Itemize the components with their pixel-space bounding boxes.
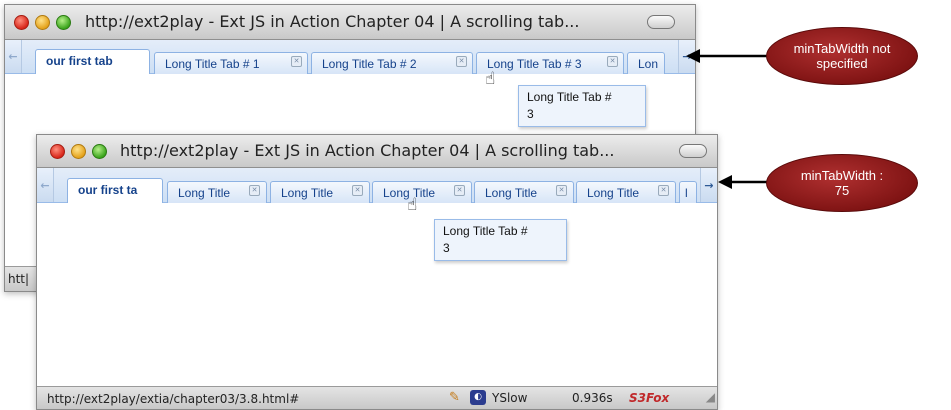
tab-label: Long Title: [485, 186, 538, 200]
tooltip-line-1: Long Title Tab #: [527, 90, 612, 104]
hand-cursor-icon: ☝: [407, 195, 418, 215]
annotation-line-2: 75: [834, 183, 850, 198]
arrow-right-icon: →: [682, 50, 692, 63]
close-window-button[interactable]: [50, 144, 65, 159]
tooltip-line-2: 3: [527, 107, 534, 121]
tab-tooltip: Long Title Tab # 3: [434, 219, 567, 261]
arrow-right-icon: →: [704, 178, 714, 192]
title-bar: http://ext2play - Ext JS in Action Chapt…: [5, 5, 695, 40]
window-title: http://ext2play - Ext JS in Action Chapt…: [85, 12, 580, 31]
tab-label: our first ta: [78, 183, 138, 197]
tab-our-first-tab[interactable]: our first ta: [67, 178, 163, 203]
toolbar-toggle-button[interactable]: [647, 15, 675, 29]
close-tab-icon[interactable]: ✕: [454, 185, 465, 196]
annotation-min-tab-width-unspecified: minTabWidth not specified: [766, 27, 918, 85]
hand-cursor-icon: ☝: [485, 69, 496, 89]
scroll-right-button[interactable]: →: [700, 168, 717, 202]
close-window-button[interactable]: [14, 15, 29, 30]
window-title: http://ext2play - Ext JS in Action Chapt…: [120, 141, 615, 160]
close-tab-icon[interactable]: ✕: [607, 56, 618, 67]
tab-long-title-4[interactable]: Long Title ✕: [474, 181, 574, 203]
close-tab-icon[interactable]: ✕: [352, 185, 363, 196]
minimize-window-button[interactable]: [71, 144, 86, 159]
tab-label: l: [685, 186, 688, 200]
tab-label: Long Title Tab # 2: [322, 57, 417, 71]
tab-strip: ← our first ta Long Title ✕ Long Title ✕ L…: [37, 168, 717, 203]
tab-label: Lon: [638, 57, 659, 71]
yslow-icon[interactable]: ◐: [470, 390, 486, 405]
tab-label: Long Title Tab # 3: [487, 57, 582, 71]
annotation-min-tab-width-75: minTabWidth : 75: [766, 154, 918, 212]
annotation-line-1: minTabWidth not: [793, 41, 891, 56]
s3fox-label[interactable]: S3Fox: [629, 391, 669, 405]
close-tab-icon[interactable]: ✕: [556, 185, 567, 196]
close-tab-icon[interactable]: ✕: [658, 185, 669, 196]
tab-label: Long Title: [587, 186, 640, 200]
status-url: http://ext2play/extia/chapter03/3.8.html…: [47, 392, 300, 406]
scroll-right-button[interactable]: →: [678, 40, 695, 73]
arrow-left-icon: ←: [8, 50, 18, 63]
tab-strip: ← our first tab Long Title Tab # 1 ✕ Long…: [5, 40, 695, 74]
arrow-head-bottom: [718, 175, 732, 189]
tab-long-title-3[interactable]: Long Title Tab # 3 ✕: [476, 52, 624, 74]
annotation-line-1: minTabWidth :: [800, 168, 884, 183]
resize-grip-icon[interactable]: ◢: [706, 390, 715, 404]
tab-label: Long Title: [281, 186, 334, 200]
toolbar-toggle-button[interactable]: [679, 144, 707, 158]
load-time: 0.936s: [572, 391, 613, 405]
yslow-label[interactable]: YSlow: [492, 391, 527, 405]
tab-long-title-2[interactable]: Long Title ✕: [270, 181, 370, 203]
zoom-window-button[interactable]: [92, 144, 107, 159]
status-bar: http://ext2play/extia/chapter03/3.8.html…: [37, 386, 717, 409]
tab-long-title-5[interactable]: Long Title ✕: [576, 181, 676, 203]
tooltip-line-2: 3: [443, 241, 450, 255]
minimize-window-button[interactable]: [35, 15, 50, 30]
close-tab-icon[interactable]: ✕: [456, 56, 467, 67]
tab-label: our first tab: [46, 54, 113, 68]
close-tab-icon[interactable]: ✕: [249, 185, 260, 196]
close-tab-icon[interactable]: ✕: [291, 56, 302, 67]
scroll-left-button[interactable]: ←: [37, 168, 54, 202]
tab-partial[interactable]: Lon: [627, 52, 665, 74]
tab-label: Long Title Tab # 1: [165, 57, 260, 71]
status-url-fragment: htt|: [8, 272, 30, 286]
firebug-icon[interactable]: ✎: [449, 390, 460, 405]
tab-our-first-tab[interactable]: our first tab: [35, 49, 150, 74]
tooltip-line-1: Long Title Tab #: [443, 224, 528, 238]
tab-label: Long Title: [178, 186, 231, 200]
tab-long-title-3[interactable]: Long Title ✕: [372, 181, 472, 203]
tab-long-title-2[interactable]: Long Title Tab # 2 ✕: [311, 52, 473, 74]
zoom-window-button[interactable]: [56, 15, 71, 30]
browser-window-min-tab-width-75: http://ext2play - Ext JS in Action Chapt…: [36, 134, 718, 410]
scroll-left-button[interactable]: ←: [5, 40, 22, 73]
tab-partial[interactable]: l: [679, 181, 697, 203]
arrow-left-icon: ←: [40, 178, 50, 192]
tab-long-title-1[interactable]: Long Title ✕: [167, 181, 267, 203]
title-bar: http://ext2play - Ext JS in Action Chapt…: [37, 135, 717, 168]
annotation-line-2: specified: [816, 56, 868, 71]
tab-tooltip: Long Title Tab # 3: [518, 85, 646, 127]
tab-long-title-1[interactable]: Long Title Tab # 1 ✕: [154, 52, 308, 74]
